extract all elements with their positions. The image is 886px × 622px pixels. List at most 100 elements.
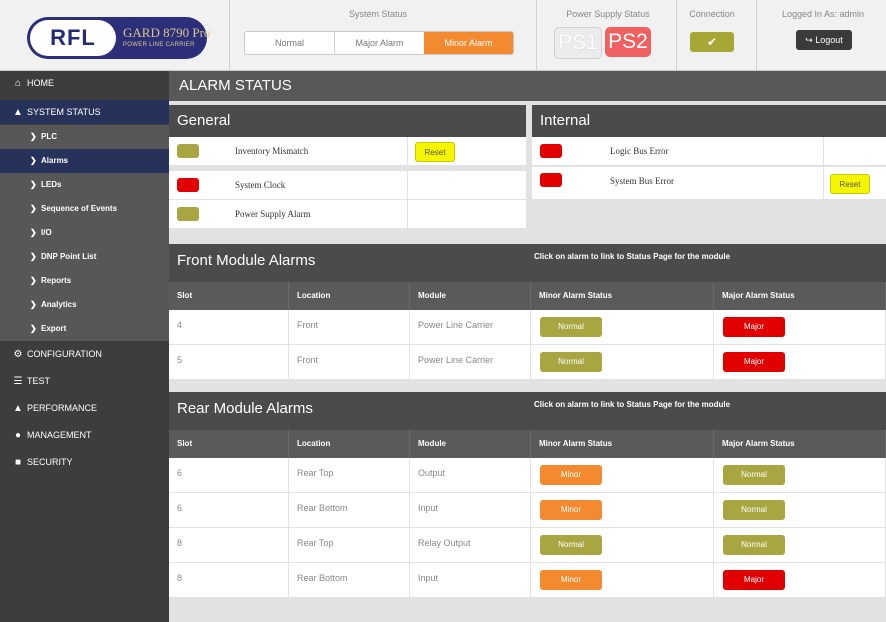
- alarm-label: System Clock: [235, 180, 286, 190]
- minor-status-button[interactable]: Normal: [540, 317, 602, 337]
- alarm-label: Inventory Mismatch: [235, 146, 309, 156]
- subnav-io[interactable]: ❯ I/O: [0, 221, 169, 245]
- table-cell-slot: 8: [169, 563, 289, 598]
- col-module: Module: [410, 430, 531, 458]
- col-module: Module: [410, 282, 531, 310]
- minor-status-button[interactable]: Normal: [540, 352, 602, 372]
- subnav-alarms[interactable]: ❯ Alarms: [0, 149, 169, 173]
- divider: [407, 137, 408, 165]
- subnav-dnp-point-list[interactable]: ❯ DNP Point List: [0, 245, 169, 269]
- internal-row-system-bus-error[interactable]: System Bus Error Reset: [532, 167, 886, 200]
- lock-icon: ■: [14, 457, 22, 468]
- alarm-indicator-olive: [177, 207, 199, 221]
- checkmark-icon: ✔: [706, 35, 718, 49]
- table-cell-minor: Minor: [531, 458, 714, 493]
- performance-icon: ▲: [13, 403, 23, 414]
- home-icon: ⌂: [14, 78, 22, 89]
- nav-test[interactable]: ☰ TEST: [0, 369, 169, 393]
- logo-brand: RFL: [30, 20, 116, 56]
- header-divider: [536, 0, 537, 70]
- subnav-analytics[interactable]: ❯ Analytics: [0, 293, 169, 317]
- major-status-button[interactable]: Normal: [723, 535, 785, 555]
- chevron-right-icon: ❯: [30, 204, 37, 213]
- general-row-system-clock[interactable]: System Clock: [169, 171, 526, 200]
- reset-inventory-mismatch-button[interactable]: Reset: [415, 142, 455, 162]
- col-minor-alarm-status: Minor Alarm Status: [531, 430, 714, 458]
- ps2-indicator[interactable]: PS2: [605, 27, 651, 57]
- col-slot: Slot: [169, 282, 289, 310]
- major-status-button[interactable]: Normal: [723, 465, 785, 485]
- alarm-indicator-red: [540, 173, 562, 187]
- table-cell-location: Rear Top: [289, 528, 410, 563]
- subnav-leds[interactable]: ❯ LEDs: [0, 173, 169, 197]
- nav-performance[interactable]: ▲ PERFORMANCE: [0, 396, 169, 420]
- alarm-indicator-red: [177, 178, 199, 192]
- rear-module-alarms-header: Rear Module Alarms Click on alarm to lin…: [169, 392, 886, 434]
- chevron-right-icon: ❯: [30, 324, 37, 333]
- page-title: ALARM STATUS: [169, 71, 886, 101]
- internal-panel-header: Internal: [532, 105, 886, 137]
- table-cell-module: Power Line Carrier: [410, 310, 531, 345]
- rfl-logo: RFL GARD 8790 Pro POWER LINE CARRIER: [27, 17, 210, 59]
- minor-status-button[interactable]: Minor: [540, 465, 602, 485]
- logout-button[interactable]: ↪ Logout: [796, 30, 852, 50]
- general-row-power-supply-alarm[interactable]: Power Supply Alarm: [169, 200, 526, 229]
- table-cell-module: Input: [410, 493, 531, 528]
- connection-status-button[interactable]: ✔: [690, 32, 734, 52]
- nav-home[interactable]: ⌂ HOME: [0, 71, 169, 95]
- header-divider: [756, 0, 757, 70]
- status-major-alarm-button[interactable]: Major Alarm: [334, 32, 424, 54]
- nav-configuration[interactable]: ⚙ CONFIGURATION: [0, 342, 169, 366]
- subnav-reports[interactable]: ❯ Reports: [0, 269, 169, 293]
- status-normal-button[interactable]: Normal: [245, 32, 334, 54]
- alarm-label: Logic Bus Error: [610, 146, 669, 156]
- logo-subtitle: POWER LINE CARRIER: [123, 42, 195, 48]
- reset-system-bus-error-button[interactable]: Reset: [830, 174, 870, 194]
- user-icon: ●: [14, 430, 22, 441]
- nav-management[interactable]: ● MANAGEMENT: [0, 423, 169, 447]
- table-cell-major: Major: [714, 310, 886, 345]
- table-cell-location: Front: [289, 345, 410, 380]
- table-cell-major: Normal: [714, 458, 886, 493]
- table-cell-slot: 6: [169, 493, 289, 528]
- general-panel-header: General: [169, 105, 526, 137]
- table-cell-module: Output: [410, 458, 531, 493]
- table-cell-module: Input: [410, 563, 531, 598]
- major-status-button[interactable]: Major: [723, 352, 785, 372]
- table-cell-minor: Normal: [531, 528, 714, 563]
- table-cell-slot: 6: [169, 458, 289, 493]
- main-content: ALARM STATUS General Inventory Mismatch …: [169, 71, 886, 622]
- status-minor-alarm-button[interactable]: Minor Alarm: [424, 32, 513, 54]
- rear-module-alarms-title: Rear Module Alarms: [177, 400, 313, 417]
- app-header: RFL GARD 8790 Pro POWER LINE CARRIER Sys…: [0, 0, 886, 71]
- logout-icon: ↪: [805, 35, 813, 45]
- chevron-right-icon: ❯: [30, 276, 37, 285]
- internal-row-logic-bus-error[interactable]: Logic Bus Error: [532, 137, 886, 166]
- col-location: Location: [289, 430, 410, 458]
- general-row-inventory-mismatch[interactable]: Inventory Mismatch Reset: [169, 137, 526, 166]
- minor-status-button[interactable]: Normal: [540, 535, 602, 555]
- divider: [407, 200, 408, 228]
- subnav-plc[interactable]: ❯ PLC: [0, 125, 169, 149]
- divider: [823, 137, 824, 165]
- subnav-export[interactable]: ❯ Export: [0, 317, 169, 341]
- col-minor-alarm-status: Minor Alarm Status: [531, 282, 714, 310]
- subnav-sequence-of-events[interactable]: ❯ Sequence of Events: [0, 197, 169, 221]
- major-status-button[interactable]: Major: [723, 317, 785, 337]
- major-status-button[interactable]: Major: [723, 570, 785, 590]
- sidebar: ⌂ HOME ▲ SYSTEM STATUS ❯ PLC ❯ Alarms ❯ LEDs …: [0, 71, 169, 622]
- ps1-indicator[interactable]: PS1: [554, 27, 602, 59]
- nav-security[interactable]: ■ SECURITY: [0, 450, 169, 474]
- connection-label: Connection: [689, 9, 735, 19]
- col-major-alarm-status: Major Alarm Status: [714, 430, 886, 458]
- chevron-right-icon: ❯: [30, 252, 37, 261]
- front-module-alarms-hint: Click on alarm to link to Status Page fo…: [534, 252, 731, 261]
- col-location: Location: [289, 282, 410, 310]
- nav-system-status[interactable]: ▲ SYSTEM STATUS: [0, 100, 169, 124]
- table-cell-slot: 4: [169, 310, 289, 345]
- minor-status-button[interactable]: Minor: [540, 570, 602, 590]
- table-cell-slot: 5: [169, 345, 289, 380]
- table-cell-major: Major: [714, 345, 886, 380]
- major-status-button[interactable]: Normal: [723, 500, 785, 520]
- minor-status-button[interactable]: Minor: [540, 500, 602, 520]
